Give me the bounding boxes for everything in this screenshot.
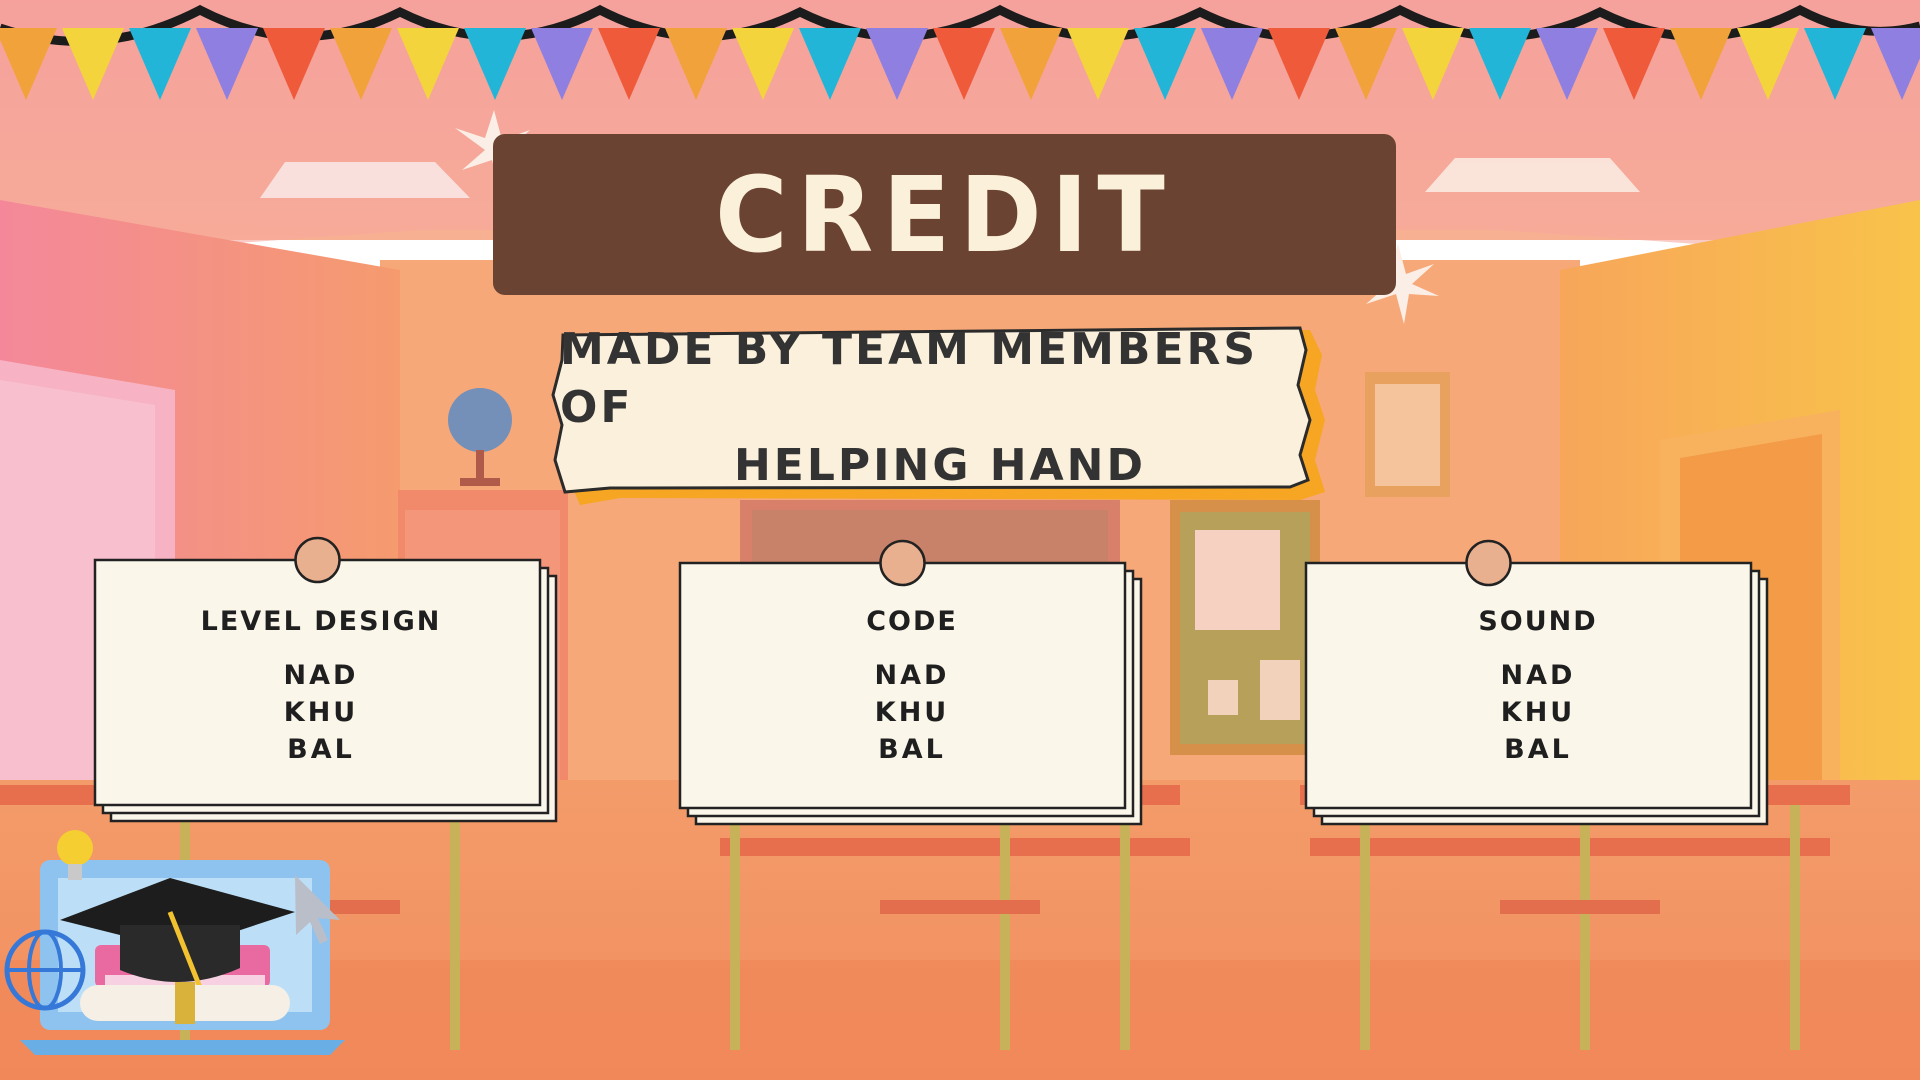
credit-name: KHU xyxy=(874,697,950,728)
card-heading: CODE xyxy=(866,606,958,637)
title-banner: CREDIT xyxy=(493,134,1396,295)
credit-name: NAD xyxy=(283,660,359,691)
credit-name: NAD xyxy=(1500,660,1576,691)
credit-name: BAL xyxy=(287,734,355,765)
credit-card-sound: SOUND NAD KHU BAL xyxy=(1338,606,1738,768)
card-heading: LEVEL DESIGN xyxy=(200,606,442,637)
subtitle-line-1: MADE BY TEAM MEMBERS OF xyxy=(560,324,1259,433)
subtitle-banner: MADE BY TEAM MEMBERS OF HELPING HAND xyxy=(560,324,1320,491)
credit-name: BAL xyxy=(878,734,946,765)
page-title: CREDIT xyxy=(714,153,1175,276)
card-heading: SOUND xyxy=(1478,606,1598,637)
subtitle-line-2: HELPING HAND xyxy=(733,440,1147,491)
credit-card-level-design: LEVEL DESIGN NAD KHU BAL xyxy=(121,606,521,768)
pin-icon xyxy=(1465,539,1512,587)
pin-icon xyxy=(879,539,926,587)
pin-icon xyxy=(294,536,341,584)
credit-name: KHU xyxy=(283,697,359,728)
credit-name: KHU xyxy=(1500,697,1576,728)
credit-card-code: CODE NAD KHU BAL xyxy=(712,606,1112,768)
graduation-laptop-icon xyxy=(4,830,345,1055)
credit-name: BAL xyxy=(1504,734,1572,765)
credit-name: NAD xyxy=(874,660,950,691)
